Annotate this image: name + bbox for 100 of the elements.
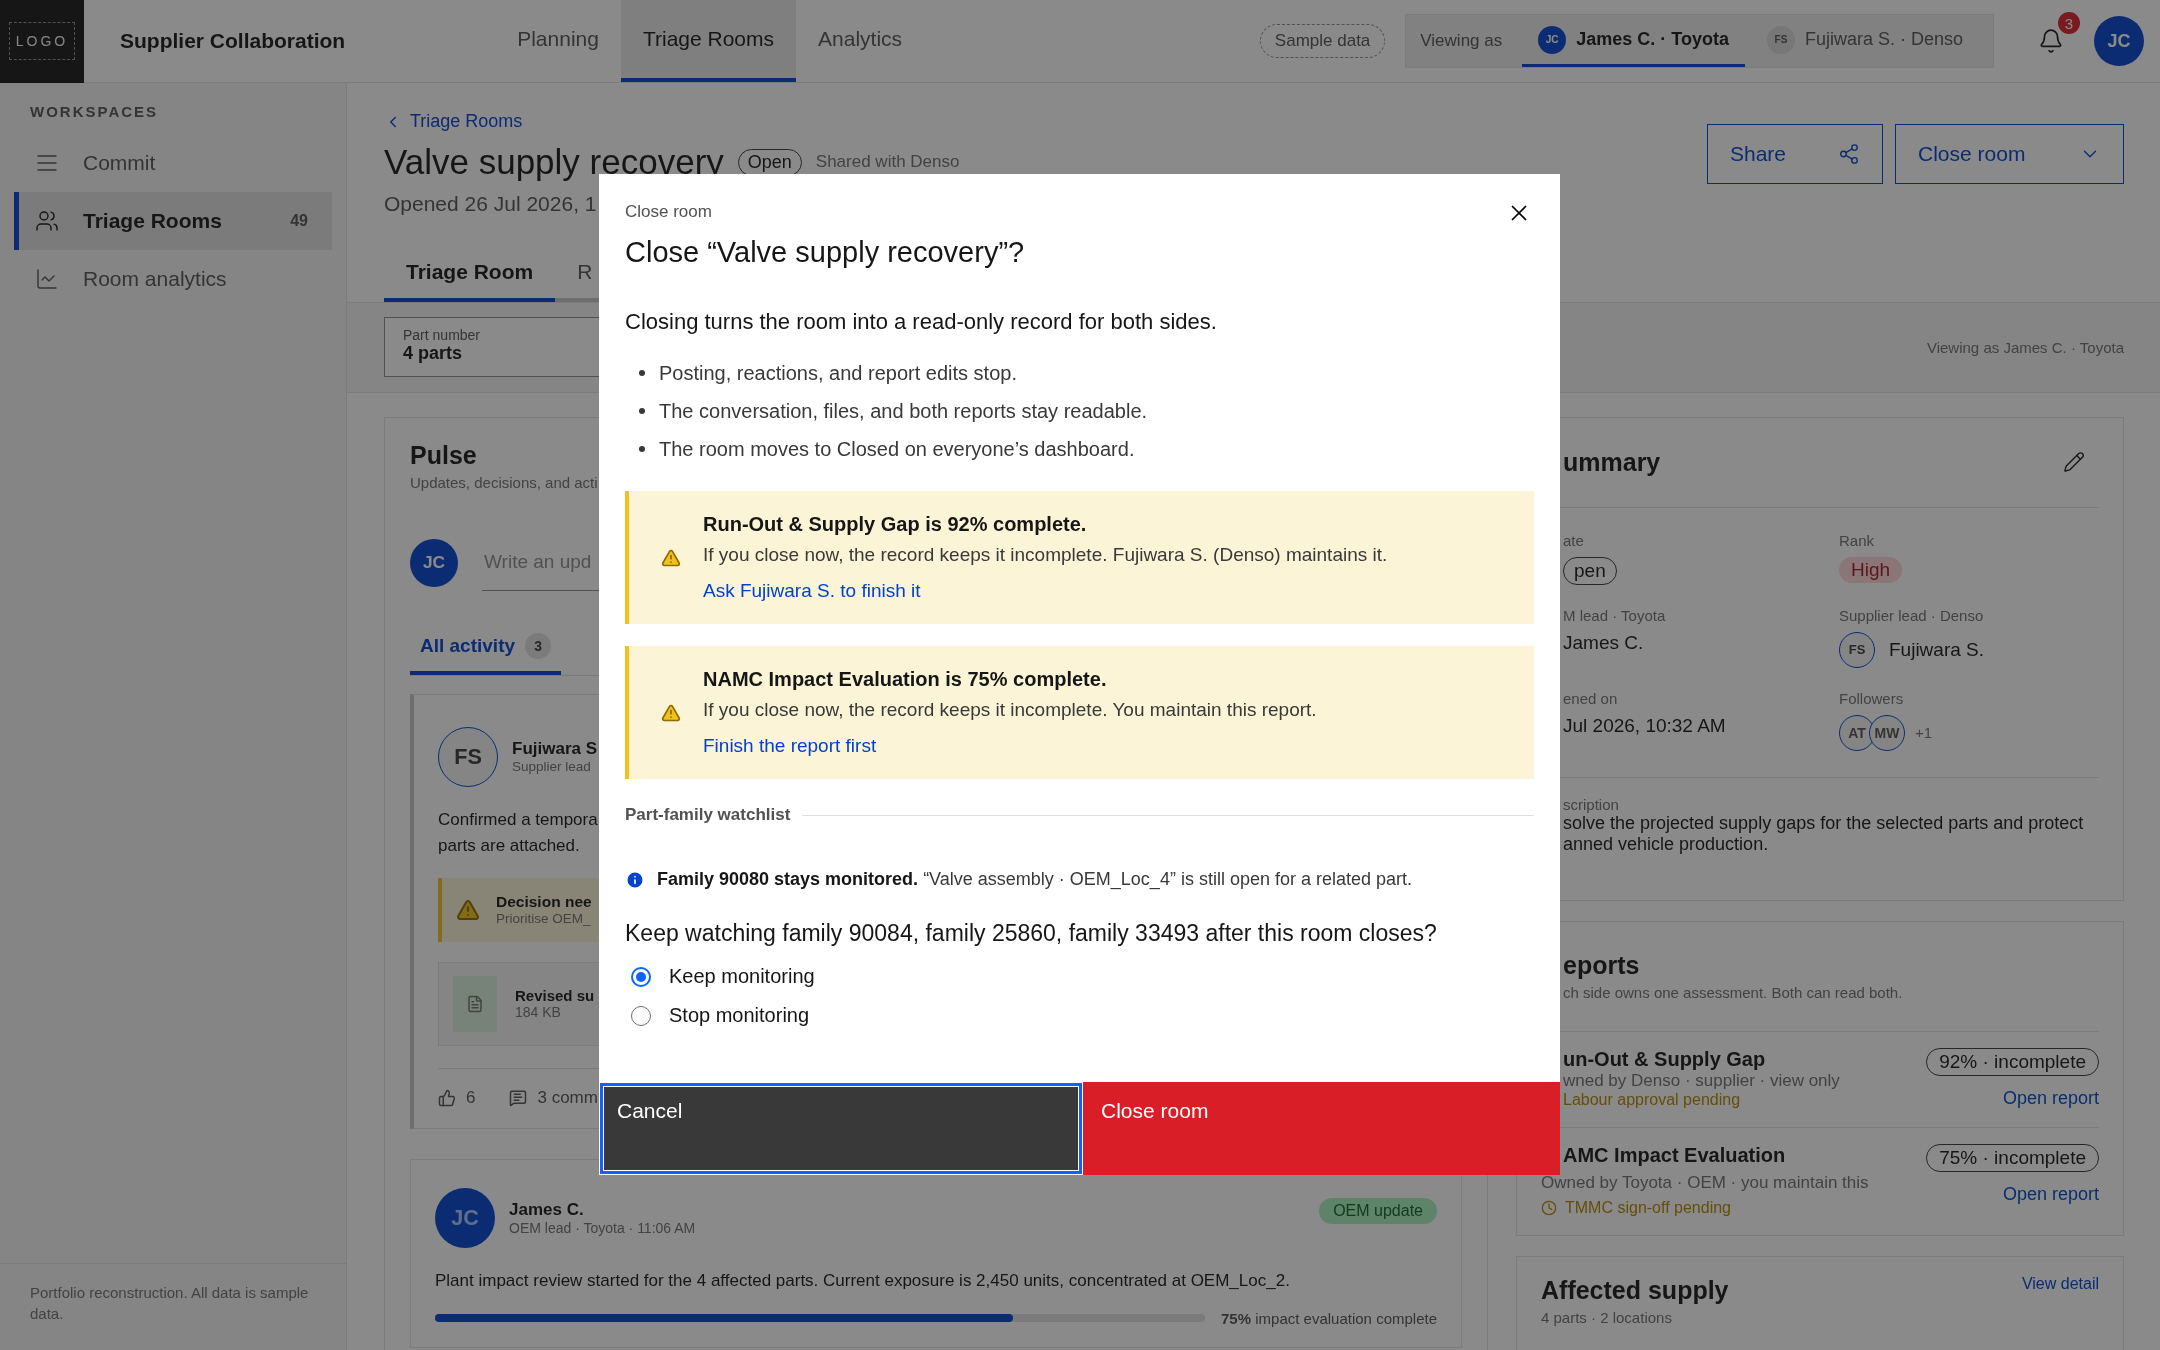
comments-button[interactable]: 3 comm xyxy=(509,1088,598,1109)
card-title: Pulse xyxy=(410,439,477,470)
close-room-button[interactable]: Close room xyxy=(1895,124,2124,184)
decision-text: Prioritise OEM_ xyxy=(496,911,591,927)
viewing-as-note: Viewing as James C. · Toyota xyxy=(1926,338,2124,356)
field-label: Rank xyxy=(1839,531,1876,549)
share-button[interactable]: Share xyxy=(1707,124,1883,184)
line-chart-icon xyxy=(35,267,59,291)
pending-note: TMMC sign-off pending xyxy=(1541,1198,1731,1217)
author-name: James C. xyxy=(509,1199,584,1220)
warning-link[interactable]: Ask Fujiwara S. to finish it xyxy=(703,580,1388,602)
avatar: JC xyxy=(435,1187,495,1248)
radio-option[interactable]: Keep monitoring xyxy=(625,965,815,988)
dialog-label: Close room xyxy=(625,202,712,222)
post-text: parts are attached. xyxy=(438,835,580,858)
breadcrumb-link[interactable]: Triage Rooms xyxy=(384,111,523,132)
notification-count: 3 xyxy=(2058,12,2080,34)
avatar: FS xyxy=(438,726,498,787)
file-size: 184 KB xyxy=(515,1004,561,1021)
card-title: Affected supply xyxy=(1541,1274,1729,1305)
view-detail-link[interactable]: View detail xyxy=(2021,1274,2099,1293)
document-icon xyxy=(466,994,484,1013)
bullet-icon xyxy=(639,370,645,376)
warning-link[interactable]: Finish the report first xyxy=(703,735,1317,757)
sidebar-item[interactable]: Triage Rooms 49 xyxy=(14,192,332,250)
watchlist-question: Keep watching family 90084, family 25860, family 33493 after this room closes? xyxy=(625,920,1437,947)
field-label: Supplier lead · Denso xyxy=(1839,606,1985,624)
bullet-item: The room moves to Closed on everyone’s dashboard. xyxy=(659,437,1135,461)
viewing-as-label: Viewing as xyxy=(1420,31,1503,51)
edit-icon[interactable] xyxy=(2063,451,2085,474)
field-label: scription xyxy=(1563,795,1620,813)
opened-date: Opened 26 Jul 2026, 1 xyxy=(384,192,597,216)
avatar: JC xyxy=(410,538,458,587)
section-heading: WORKSPACES xyxy=(30,103,160,120)
viewing-as-option[interactable]: JC James C. · Toyota xyxy=(1522,15,1745,67)
logo[interactable]: LOGO xyxy=(0,0,84,83)
info-icon xyxy=(625,869,645,890)
nav-tab[interactable]: Planning xyxy=(495,0,621,82)
card-title: ummary xyxy=(1563,447,1661,478)
more-count: +1 xyxy=(1915,724,1933,742)
open-report-link[interactable]: Open report xyxy=(2002,1087,2099,1109)
field-label: ate xyxy=(1563,531,1585,549)
nav-tab[interactable]: Triage Rooms xyxy=(620,0,797,82)
warning-text: If you close now, the record keeps it incomplete. Fujiwara S. (Denso) maintains it. xyxy=(703,544,1388,566)
decision-title: Decision nee xyxy=(496,893,592,912)
avatar: JC xyxy=(1538,25,1567,54)
pending-note: Labour approval pending xyxy=(1563,1090,1741,1109)
report-owner: Owned by Toyota · OEM · you maintain this xyxy=(1541,1172,1869,1193)
author-role: Supplier lead xyxy=(512,759,591,775)
warning-title: Run-Out & Supply Gap is 92% complete. xyxy=(703,513,1088,536)
shared-note: Shared with Denso xyxy=(815,152,960,172)
warning-title: NAMC Impact Evaluation is 75% complete. xyxy=(703,668,1108,691)
room-title: Valve supply recovery xyxy=(384,142,724,182)
field-value: Jul 2026, 10:32 AM xyxy=(1563,714,1727,737)
file-name: Revised su xyxy=(515,987,595,1005)
card-title: eports xyxy=(1563,949,1640,980)
bullet-item: The conversation, files, and both reports stay readable. xyxy=(659,399,1148,423)
person-name: Fujiwara S. xyxy=(1889,638,1985,661)
rank-tag: High xyxy=(1839,556,1903,583)
report-name: un-Out & Supply Gap xyxy=(1563,1047,1767,1071)
cancel-button[interactable]: Cancel xyxy=(599,1082,1083,1175)
person-name: James C. xyxy=(1563,631,1644,654)
watchlist-note: Family 90080 stays monitored. “Valve assembly · OEM_Loc_4” is still open for a related part. xyxy=(657,869,1412,890)
share-icon xyxy=(1838,143,1860,165)
card-subtitle: ch side owns one assessment. Both can read both. xyxy=(1563,983,1903,1001)
card-subtitle: Updates, decisions, and acti xyxy=(410,473,598,491)
comment-icon xyxy=(509,1089,528,1108)
warning-icon xyxy=(661,702,681,723)
close-room-button[interactable]: Close room xyxy=(1083,1082,1560,1175)
viewing-as-option[interactable]: FS Fujiwara S. · Denso xyxy=(1750,15,1979,67)
section-heading: Part-family watchlist xyxy=(625,805,791,825)
user-avatar[interactable]: JC xyxy=(2094,16,2144,66)
open-report-link[interactable]: Open report xyxy=(2002,1183,2099,1205)
warning-text: If you close now, the record keeps it incomplete. You maintain this report. xyxy=(703,699,1317,721)
radio-option[interactable]: Stop monitoring xyxy=(625,1004,810,1027)
author-name: Fujiwara S xyxy=(512,739,598,760)
app-title: Supplier Collaboration xyxy=(120,29,346,53)
progress-label: 75% impact evaluation complete xyxy=(1221,1309,1437,1327)
avatar: FS xyxy=(1766,25,1795,54)
notifications-icon[interactable] xyxy=(2038,28,2064,54)
nav-tab[interactable]: Analytics xyxy=(796,0,925,82)
description-text: solve the projected supply gaps for the selected parts and protect xyxy=(1563,812,2085,834)
author-role: OEM lead · Toyota · 11:06 AM xyxy=(509,1219,696,1236)
like-button[interactable]: 6 xyxy=(438,1088,476,1109)
sidebar-item[interactable]: Commit xyxy=(14,134,332,192)
post-text: Confirmed a tempora xyxy=(438,808,598,831)
radio-icon[interactable] xyxy=(631,966,651,987)
people-icon xyxy=(35,209,59,233)
dialog-title: Close “Valve supply recovery”? xyxy=(625,236,1025,269)
activity-tab[interactable]: All activity 3 xyxy=(410,624,562,675)
sidebar-item[interactable]: Room analytics xyxy=(14,250,332,308)
field-label: Followers xyxy=(1839,689,1905,707)
warning-icon xyxy=(661,547,681,568)
post-text: Plant impact review started for the 4 affected parts. Current exposure is 2,450 units, concentrated at OEM_Loc_2. xyxy=(435,1269,1290,1292)
follower-avatar: MW xyxy=(1869,714,1905,751)
description-text: anned vehicle production. xyxy=(1563,833,1770,855)
post-tag: OEM update xyxy=(1319,1197,1437,1224)
sidebar-footer-note: Portfolio reconstruction. All data is sample data. xyxy=(0,1263,346,1350)
report-owner: wned by Denso · supplier · view only xyxy=(1563,1070,1840,1091)
card-subtitle: 4 parts · 2 locations xyxy=(1541,1308,1672,1326)
